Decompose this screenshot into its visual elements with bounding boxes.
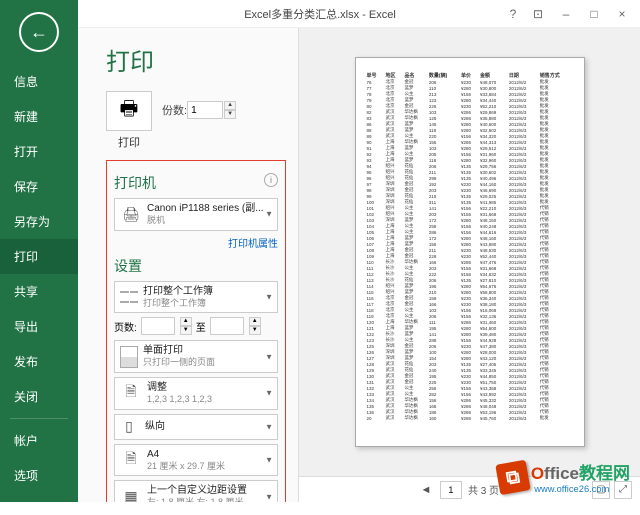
margins-icon: ▦ (120, 486, 142, 502)
office-logo-icon: ⧉ (496, 459, 531, 494)
back-button[interactable]: ← (19, 12, 59, 52)
orientation-select[interactable]: ▯ 纵向 ▼ (114, 414, 278, 440)
margins-select[interactable]: ▦ 上一个自定义边距设置左: 1.8 厘米 右: 1.8 厘米 ▼ (114, 480, 278, 502)
copies-down[interactable]: ▼ (224, 110, 236, 119)
page-from-input[interactable] (141, 317, 175, 335)
printer-device-icon: 🖨 (120, 203, 142, 225)
chevron-down-icon: ▼ (265, 352, 273, 361)
chevron-down-icon: ▼ (265, 210, 273, 219)
collate-icon: 🗎 (120, 382, 142, 404)
preview-page: 单号地区品名数量(辆)单价金额日期销售方式76北京金冠206¥230¥48,07… (355, 57, 585, 447)
paper-icon: 🗎 (120, 449, 142, 471)
watermark: ⧉ Office教程网 www.office26.com (491, 456, 637, 515)
print-button[interactable]: 🖶 (106, 91, 152, 131)
pages-label: 页数: (114, 319, 137, 334)
paper-size-select[interactable]: 🗎 A421 厘米 x 29.7 厘米 ▼ (114, 444, 278, 477)
sidebar-item-选项[interactable]: 选项 (0, 458, 78, 493)
workbook-icon (120, 288, 138, 306)
printer-name: Canon iP1188 series (副... (147, 202, 272, 215)
sidebar-item-发布[interactable]: 发布 (0, 344, 78, 379)
sidebar-item-打印[interactable]: 打印 (0, 239, 78, 274)
printer-icon: 🖶 (120, 94, 139, 128)
printer-status: 脱机 (147, 215, 272, 227)
sidebar: ← 信息新建打开保存另存为打印共享导出发布关闭 帐户选项 (0, 0, 78, 502)
copies-input[interactable] (187, 101, 223, 119)
copies-label: 份数: (162, 102, 187, 118)
copies-up[interactable]: ▲ (224, 101, 236, 110)
sidebar-item-新建[interactable]: 新建 (0, 99, 78, 134)
highlight-box: 打印机 i 🖨 Canon iP1188 series (副... 脱机 ▼ 打印… (106, 160, 286, 502)
help-icon[interactable]: ? (502, 4, 524, 24)
chevron-down-icon: ▼ (265, 456, 273, 465)
page-to-input[interactable] (210, 317, 244, 335)
printer-section-header: 打印机 (114, 175, 156, 191)
sidebar-item-帐户[interactable]: 帐户 (0, 423, 78, 458)
sidebar-item-共享[interactable]: 共享 (0, 274, 78, 309)
chevron-down-icon: ▼ (265, 492, 273, 501)
printer-properties-link[interactable]: 打印机属性 (114, 235, 278, 250)
prev-page-button[interactable]: ◄ (418, 482, 434, 498)
chevron-down-icon: ▼ (265, 293, 273, 302)
collate-select[interactable]: 🗎 调整1,2,3 1,2,3 1,2,3 ▼ (114, 377, 278, 410)
preview-pane: 单号地区品名数量(辆)单价金额日期销售方式76北京金冠206¥230¥48,07… (298, 28, 640, 502)
close-icon[interactable]: × (608, 4, 636, 24)
info-icon[interactable]: i (264, 173, 278, 187)
printer-select[interactable]: 🖨 Canon iP1188 series (副... 脱机 ▼ (114, 198, 278, 231)
settings-section-header: 设置 (114, 256, 278, 276)
duplex-select[interactable]: 单面打印只打印一侧的页面 ▼ (114, 340, 278, 373)
sidebar-item-导出[interactable]: 导出 (0, 309, 78, 344)
current-page-input[interactable] (440, 481, 462, 499)
sidebar-item-关闭[interactable]: 关闭 (0, 379, 78, 414)
window-title: Excel多重分类汇总.xlsx - Excel (244, 6, 396, 22)
minimize-icon[interactable]: – (552, 4, 580, 24)
titlebar: Excel多重分类汇总.xlsx - Excel ? ⊡ – □ × (0, 0, 640, 28)
page-title: 打印 (106, 42, 286, 77)
sidebar-item-信息[interactable]: 信息 (0, 64, 78, 99)
page-to-down[interactable]: ▼ (249, 326, 261, 335)
maximize-icon[interactable]: □ (580, 4, 608, 24)
print-button-label: 打印 (106, 134, 152, 150)
settings-pane: 打印 🖶 打印 份数: ▲ ▼ 打印机 i 🖨 Canon iP1188 seri… (78, 28, 298, 502)
window-options-icon[interactable]: ⊡ (524, 4, 552, 24)
print-scope-select[interactable]: 打印整个工作簿 打印整个工作簿 ▼ (114, 281, 278, 314)
portrait-icon: ▯ (118, 416, 140, 438)
page-from-up[interactable]: ▲ (180, 317, 192, 326)
pages-to-label: 至 (196, 319, 206, 334)
page-to-up[interactable]: ▲ (249, 317, 261, 326)
page-sides-icon (120, 346, 138, 368)
sidebar-item-保存[interactable]: 保存 (0, 169, 78, 204)
page-from-down[interactable]: ▼ (180, 326, 192, 335)
chevron-down-icon: ▼ (265, 422, 273, 431)
sidebar-item-打开[interactable]: 打开 (0, 134, 78, 169)
sidebar-item-另存为[interactable]: 另存为 (0, 204, 78, 239)
chevron-down-icon: ▼ (265, 389, 273, 398)
